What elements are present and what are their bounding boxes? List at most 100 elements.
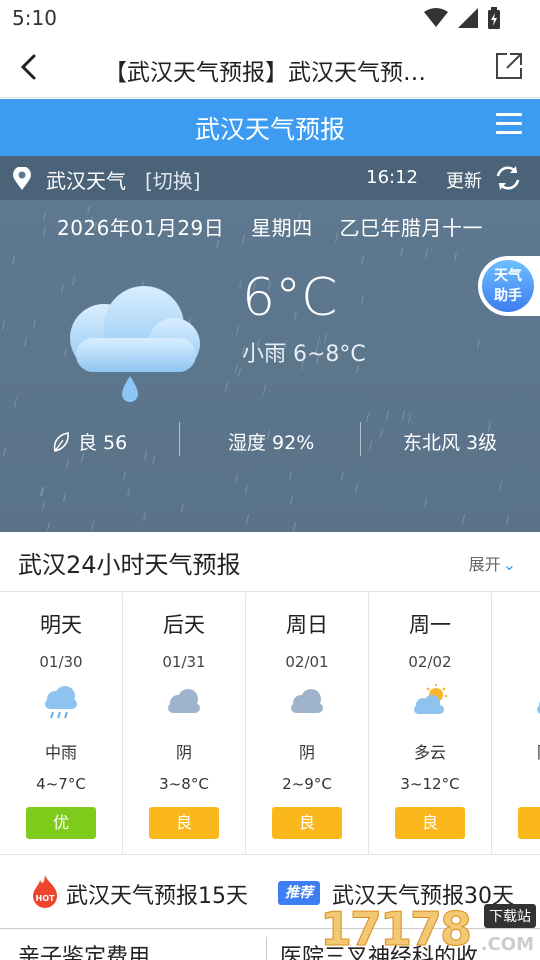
stats-row: 良 56 湿度 92% 东北风 3级 bbox=[0, 422, 540, 456]
overcast-icon bbox=[123, 683, 245, 723]
update-time: 16:12 bbox=[366, 167, 418, 188]
rain-streak bbox=[47, 521, 50, 532]
rain-streak bbox=[400, 247, 403, 258]
forecast-day-name: 周 bbox=[492, 609, 540, 639]
external-link-icon bbox=[496, 53, 522, 79]
rain-streak bbox=[33, 318, 36, 329]
forecast-date: 02/01 bbox=[285, 653, 329, 671]
status-icons bbox=[424, 7, 500, 29]
rain-streak bbox=[152, 455, 155, 466]
assistant-label-2: 助手 bbox=[494, 288, 522, 304]
signal-icon bbox=[458, 8, 478, 28]
recommend-badge: 推荐 bbox=[278, 881, 320, 905]
expand-button[interactable]: 展开 ⌄ bbox=[469, 551, 516, 575]
news-link[interactable]: 亲子鉴定费用 bbox=[18, 939, 150, 960]
rain-streak bbox=[499, 480, 502, 491]
rain-streak bbox=[425, 248, 428, 259]
menu-button[interactable] bbox=[496, 113, 522, 139]
rain-streak bbox=[245, 484, 248, 495]
rain-streak bbox=[235, 473, 238, 484]
rain-streak bbox=[66, 458, 69, 469]
svg-text:HOT: HOT bbox=[36, 894, 55, 903]
rain-streak bbox=[506, 515, 509, 526]
expand-label: 展开 bbox=[468, 555, 501, 574]
forecast-section-title: 武汉24小时天气预报 bbox=[18, 551, 241, 579]
back-button[interactable] bbox=[14, 50, 46, 84]
rain-streak bbox=[355, 483, 358, 494]
air-quality: 良 56 bbox=[52, 428, 127, 455]
switch-city-link[interactable]: [切换] bbox=[145, 165, 201, 194]
forecast-day[interactable]: 后天 01/31 阴 3~8°C 良 bbox=[123, 593, 246, 854]
forecast-condition: 阴 bbox=[298, 743, 315, 762]
partly-cloudy-icon bbox=[369, 683, 491, 723]
rain-streak bbox=[63, 492, 66, 503]
daily-forecast: 明天 01/30 中雨 4~7°C 优 后天 01/31 阴 3~8°C 良 周日 02/01 阴 2~9… bbox=[0, 593, 540, 855]
assistant-label-1: 天气 bbox=[494, 268, 522, 284]
wind: 东北风 3级 bbox=[403, 432, 498, 454]
rain-streak bbox=[454, 251, 457, 262]
watermark-logo: 17178 下载站 .COM bbox=[318, 900, 540, 960]
site-bar: 武汉天气预报 bbox=[0, 99, 540, 156]
refresh-icon[interactable] bbox=[494, 164, 522, 192]
forecast-date: 01/31 bbox=[162, 653, 206, 671]
forecast-day[interactable]: 明天 01/30 中雨 4~7°C 优 bbox=[0, 593, 123, 854]
rain-streak bbox=[289, 470, 292, 481]
weather-assistant-button[interactable]: 天气 助手 bbox=[478, 256, 540, 316]
rain-streak bbox=[238, 367, 241, 378]
rain-streak bbox=[341, 470, 344, 481]
rain-streak bbox=[290, 494, 293, 505]
forecast-day-name: 明天 bbox=[40, 613, 82, 637]
humidity: 湿度 92% bbox=[228, 432, 315, 454]
rain-streak bbox=[181, 502, 184, 513]
chevron-left-icon bbox=[20, 54, 36, 80]
forecast-temperature: 3~8°C bbox=[159, 775, 209, 793]
current-temperature: 6°C bbox=[242, 268, 338, 328]
current-condition: 小雨 6~8°C bbox=[242, 342, 366, 367]
app-header: 【武汉天气预报】武汉天气预… bbox=[0, 36, 540, 98]
divider bbox=[266, 937, 267, 960]
forecast-day[interactable]: 周一 02/02 多云 3~12°C 良 bbox=[369, 593, 492, 854]
location-pin-icon bbox=[13, 167, 31, 190]
status-bar: 5:10 bbox=[0, 0, 540, 36]
lunar-date: 乙巳年腊月十一 bbox=[339, 216, 483, 240]
rain-streak bbox=[236, 325, 239, 336]
forecast-aqi-badge: 良 bbox=[395, 807, 465, 839]
rain-streak bbox=[386, 409, 389, 420]
forecast-condition: 多云 bbox=[413, 743, 446, 762]
watermark-com: .COM bbox=[480, 934, 534, 955]
rain-streak bbox=[235, 363, 238, 374]
link-15-day-forecast[interactable]: 武汉天气预报15天 bbox=[66, 878, 248, 910]
watermark-tag: 下载站 bbox=[484, 904, 536, 928]
forecast-condition: 阴 bbox=[175, 743, 192, 762]
rain-streak bbox=[263, 384, 266, 395]
forecast-section-header: 武汉24小时天气预报 展开 ⌄ bbox=[0, 532, 540, 592]
current-weather-panel: 武汉天气 [切换] 16:12 更新 2026年01月29日 星期四 乙巳年腊月… bbox=[0, 156, 540, 532]
rain-streak bbox=[24, 336, 27, 347]
divider bbox=[179, 422, 180, 456]
menu-icon bbox=[496, 113, 522, 116]
forecast-temperature: 2~9°C bbox=[282, 775, 332, 793]
forecast-day[interactable]: 周 0 阴转 6~ bbox=[492, 593, 540, 854]
rain-streak bbox=[42, 501, 45, 512]
location-city: 武汉天气 bbox=[46, 169, 126, 193]
rain-streak bbox=[91, 520, 94, 531]
share-button[interactable] bbox=[494, 51, 524, 81]
battery-icon bbox=[488, 7, 500, 29]
forecast-temperature: 6~ bbox=[492, 775, 540, 793]
divider bbox=[360, 422, 361, 456]
rain-streak bbox=[361, 255, 364, 266]
status-time: 5:10 bbox=[12, 6, 57, 30]
rain-streak bbox=[14, 397, 17, 408]
hot-fire-icon: HOT bbox=[33, 875, 57, 908]
leaf-icon bbox=[53, 431, 69, 452]
moderate-rain-icon bbox=[0, 683, 122, 723]
rain-streak bbox=[462, 514, 465, 525]
forecast-aqi-badge: 优 bbox=[26, 807, 96, 839]
page-title: 【武汉天气预报】武汉天气预… bbox=[104, 60, 426, 86]
rain-streak bbox=[127, 487, 130, 498]
weekday: 星期四 bbox=[251, 216, 313, 240]
watermark-number: 17178 bbox=[319, 902, 472, 957]
rain-streak bbox=[293, 521, 296, 532]
forecast-day[interactable]: 周日 02/01 阴 2~9°C 良 bbox=[246, 593, 369, 854]
weather-assistant-icon: 天气 助手 bbox=[482, 260, 534, 312]
